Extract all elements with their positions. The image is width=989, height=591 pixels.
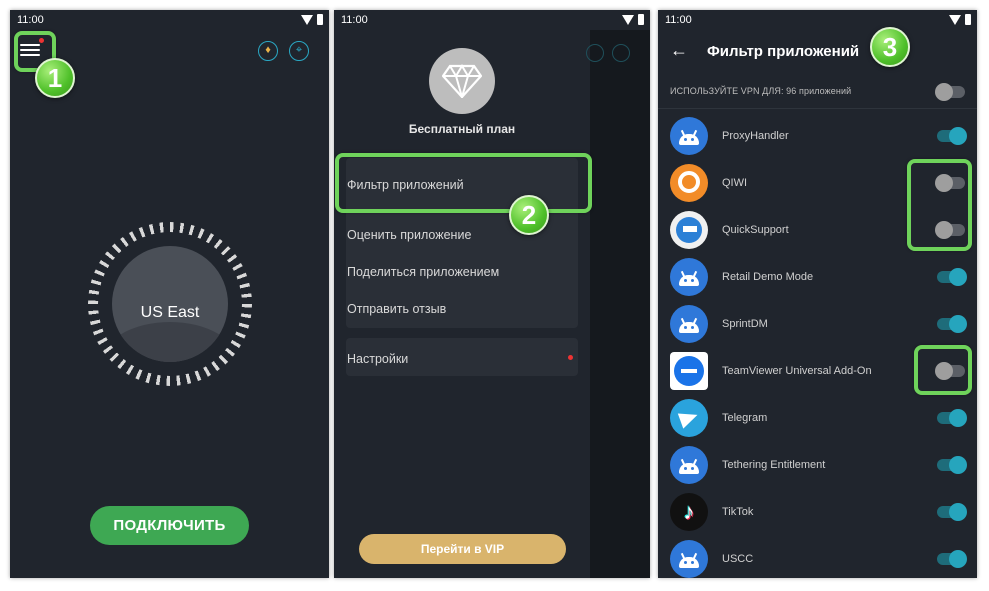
app-name: Retail Demo Mode bbox=[722, 271, 814, 283]
go-vip-button[interactable]: Перейти в VIP bbox=[359, 534, 566, 564]
app-vpn-toggle[interactable] bbox=[937, 409, 967, 427]
menu-item-send-feedback[interactable]: Отправить отзыв bbox=[347, 302, 446, 316]
dimmed-background[interactable] bbox=[586, 30, 650, 578]
wifi-icon bbox=[301, 14, 313, 25]
battery-icon bbox=[638, 14, 644, 25]
master-toggle[interactable] bbox=[935, 83, 965, 101]
menu-item-rate-app[interactable]: Оценить приложение bbox=[347, 228, 471, 242]
main-screen: 11:00 1 ♦ ⌖ US East ПОДКЛЮЧИТЬ bbox=[10, 10, 329, 578]
page-title: Фильтр приложений bbox=[707, 43, 860, 60]
settings-notification-dot bbox=[568, 355, 573, 360]
app-vpn-toggle[interactable] bbox=[937, 127, 967, 145]
diamond-icon[interactable]: ♦ bbox=[258, 41, 278, 61]
app-name: TikTok bbox=[722, 506, 754, 518]
app-filter-screen: 11:00 ← Фильтр приложений 3 ИСПОЛЬЗУЙТЕ … bbox=[658, 10, 977, 578]
app-vpn-toggle[interactable] bbox=[937, 456, 967, 474]
wifi-icon bbox=[949, 14, 961, 25]
app-name: USCC bbox=[722, 553, 754, 565]
app-name: TeamViewer Universal Add-On bbox=[722, 365, 872, 377]
status-bar: 11:00 bbox=[10, 10, 329, 30]
server-location: US East bbox=[140, 304, 200, 321]
location-icon[interactable]: ⌖ bbox=[289, 41, 309, 61]
status-time: 11:00 bbox=[665, 14, 692, 26]
step-badge-1: 1 bbox=[35, 58, 75, 98]
battery-icon bbox=[317, 14, 323, 25]
teamviewer-icon bbox=[670, 352, 708, 390]
menu-item-share-app[interactable]: Поделиться приложением bbox=[347, 265, 499, 279]
highlight-box-disabled-toggles bbox=[907, 159, 972, 251]
app-row[interactable]: ♪ TikTok bbox=[658, 488, 977, 535]
menu-item-settings[interactable]: Настройки bbox=[347, 352, 408, 366]
app-name: Tethering Entitlement bbox=[722, 459, 826, 471]
app-vpn-toggle[interactable] bbox=[937, 315, 967, 333]
plan-label: Бесплатный план bbox=[408, 122, 516, 136]
highlight-box-app-filter bbox=[335, 153, 592, 213]
status-bar: 11:00 bbox=[334, 10, 650, 30]
android-icon bbox=[670, 305, 708, 343]
app-row[interactable]: Tethering Entitlement bbox=[658, 441, 977, 488]
android-icon bbox=[670, 117, 708, 155]
app-row[interactable]: ProxyHandler bbox=[658, 112, 977, 159]
wifi-icon bbox=[622, 14, 634, 25]
drawer-screen: 11:00 Бесплатный план Фильтр приложений … bbox=[334, 10, 650, 578]
connect-button[interactable]: ПОДКЛЮЧИТЬ bbox=[90, 506, 249, 545]
app-vpn-toggle[interactable] bbox=[937, 550, 967, 568]
tiktok-icon: ♪ bbox=[670, 493, 708, 531]
status-time: 11:00 bbox=[17, 14, 44, 26]
use-vpn-label: ИСПОЛЬЗУЙТЕ VPN ДЛЯ: 96 приложений bbox=[670, 86, 852, 96]
app-row[interactable]: SprintDM bbox=[658, 300, 977, 347]
app-row[interactable]: USCC bbox=[658, 535, 977, 578]
back-arrow-icon[interactable]: ← bbox=[670, 40, 688, 61]
divider bbox=[658, 108, 977, 109]
app-name: ProxyHandler bbox=[722, 130, 789, 142]
android-icon bbox=[670, 540, 708, 578]
app-row[interactable]: Retail Demo Mode bbox=[658, 253, 977, 300]
app-vpn-toggle[interactable] bbox=[937, 268, 967, 286]
status-bar: 11:00 bbox=[658, 10, 977, 30]
battery-icon bbox=[965, 14, 971, 25]
status-time: 11:00 bbox=[341, 14, 368, 26]
quicksupport-icon bbox=[670, 211, 708, 249]
step-badge-2: 2 bbox=[509, 195, 549, 235]
app-vpn-toggle[interactable] bbox=[937, 503, 967, 521]
android-icon bbox=[670, 258, 708, 296]
telegram-icon bbox=[670, 399, 708, 437]
app-row[interactable]: Telegram bbox=[658, 394, 977, 441]
android-icon bbox=[670, 446, 708, 484]
highlight-box-teamviewer-toggle bbox=[914, 345, 972, 395]
app-name: Telegram bbox=[722, 412, 768, 424]
app-name: QuickSupport bbox=[722, 224, 789, 236]
app-name: QIWI bbox=[722, 177, 748, 189]
step-badge-3: 3 bbox=[870, 27, 910, 67]
diamond-avatar-icon bbox=[429, 48, 495, 114]
qiwi-icon bbox=[670, 164, 708, 202]
app-name: SprintDM bbox=[722, 318, 768, 330]
server-selector[interactable]: US East bbox=[112, 246, 228, 362]
